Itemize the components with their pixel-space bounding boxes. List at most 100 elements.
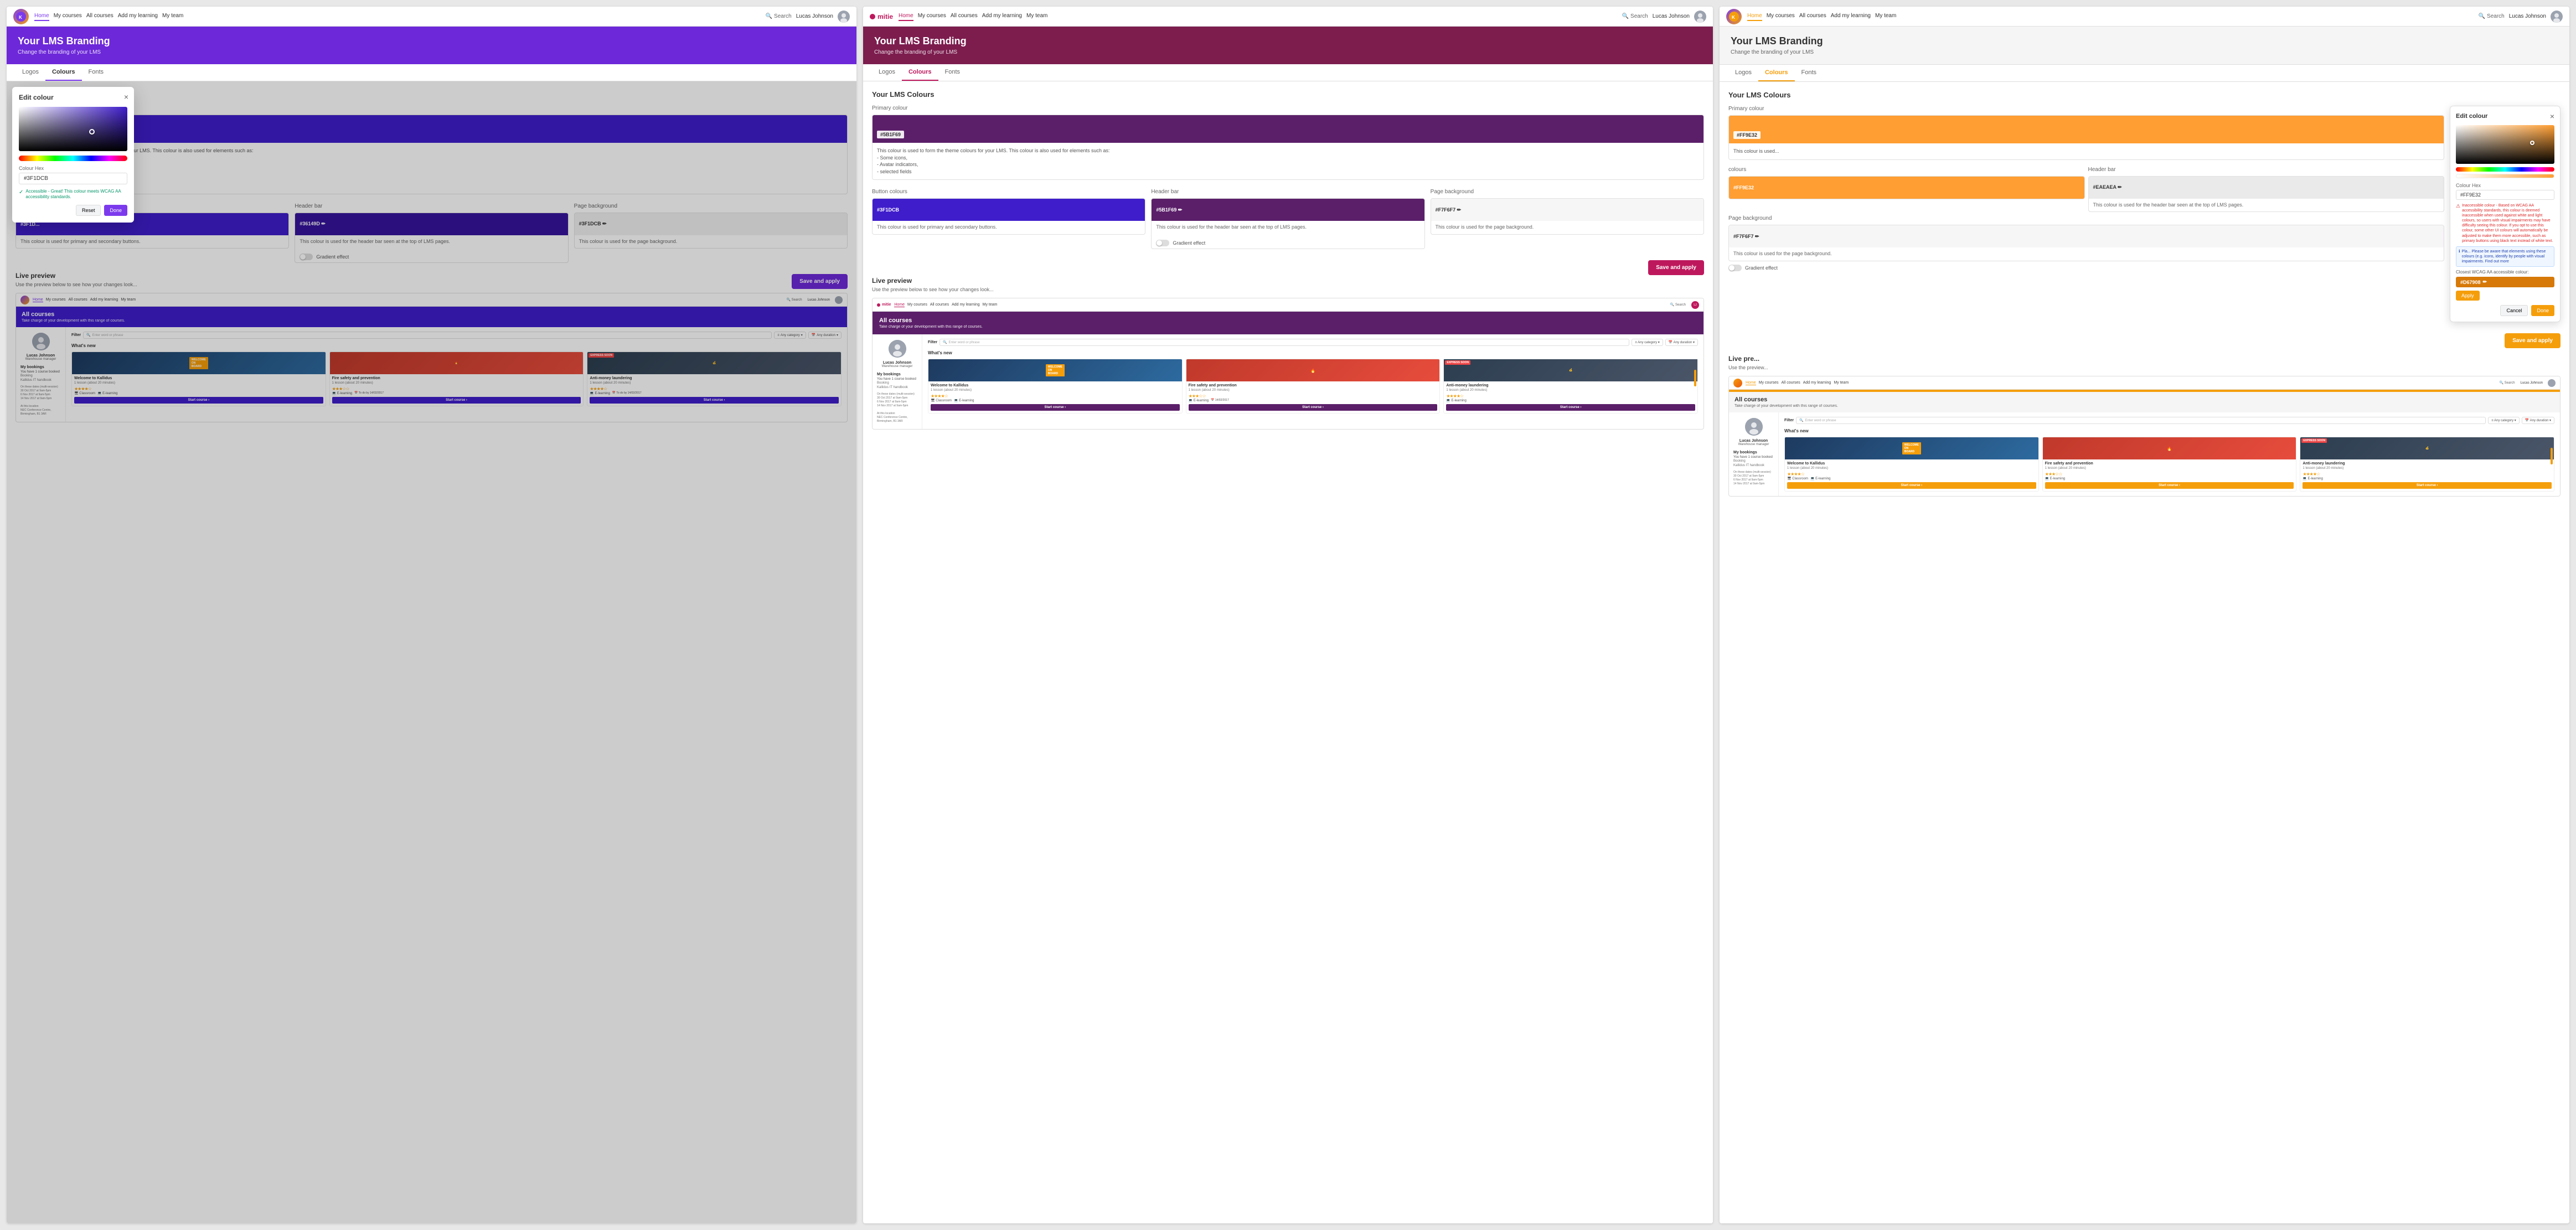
color-picker-area-1[interactable]	[19, 107, 127, 151]
start-btn-3-1[interactable]: Start course ›	[1787, 482, 2036, 489]
nav-search-3[interactable]: 🔍 Search	[2479, 13, 2505, 19]
done-btn-1[interactable]: Done	[104, 205, 127, 216]
nav-allcourses-1[interactable]: All courses	[86, 12, 113, 21]
nav-myteam-1[interactable]: My team	[162, 12, 183, 21]
panel-3: K Home My courses All courses Add my lea…	[1720, 7, 2569, 1223]
modal-close-btn-1[interactable]: ×	[124, 92, 128, 101]
inner-course-card-2-2: 🔥 Fire safety and prevention 1 lesson (a…	[1186, 359, 1441, 414]
tab-fonts-3[interactable]: Fonts	[1795, 65, 1824, 81]
nav-allcourses-3[interactable]: All courses	[1799, 12, 1826, 21]
tab-logos-3[interactable]: Logos	[1728, 65, 1758, 81]
mitie-logo-2: mitie	[870, 13, 893, 20]
nav-avatar-3[interactable]	[2551, 11, 2563, 23]
inner-main-3: Filter 🔍 Enter word or phrase ≡ Any cate…	[1779, 412, 2560, 496]
other-colors-3: colours #FF9E32 Header bar #EAEAEA ✏ Thi…	[1728, 167, 2444, 261]
inner-category-select-3[interactable]: ≡ Any category ▾	[2488, 417, 2520, 424]
edit-color-modal-3: Edit colour × Colour Hex	[2450, 106, 2560, 322]
inner-category-select-2[interactable]: ≡ Any category ▾	[1632, 339, 1663, 346]
tab-logos-2[interactable]: Logos	[872, 64, 902, 81]
tab-colours-1[interactable]: Colours	[45, 64, 82, 81]
inner-logo-3	[1733, 379, 1742, 387]
primary-hex-tag-2: #5B1F69	[877, 131, 904, 138]
save-apply-btn-2[interactable]: Save and apply	[1648, 260, 1704, 275]
nav-links-2: Home My courses All courses Add my learn…	[899, 12, 1617, 21]
nav-myteam-3[interactable]: My team	[1875, 12, 1896, 21]
nav-mycourses-1[interactable]: My courses	[54, 12, 82, 21]
done-btn-3[interactable]: Done	[2531, 305, 2554, 316]
save-apply-btn-3[interactable]: Save and apply	[2505, 333, 2560, 348]
nav-search-1[interactable]: 🔍 Search	[766, 13, 792, 19]
scrollbar-3[interactable]	[2551, 448, 2553, 464]
nav-addlearning-2[interactable]: Add my learning	[982, 12, 1022, 21]
nav-avatar-2[interactable]	[1694, 11, 1706, 23]
inner-duration-select-2[interactable]: 📅 Any duration ▾	[1665, 339, 1698, 346]
live-preview-title-3: Live pre...	[1728, 355, 2560, 363]
inner-course-grid-3: WELCOMEONBOARD Welcome to Kallidus 1 les…	[1784, 437, 2554, 492]
live-preview-2: Live preview Use the preview below to se…	[872, 277, 1704, 430]
scrollbar-2[interactable]	[1694, 370, 1696, 386]
start-btn-2-3[interactable]: Start course ›	[1446, 404, 1695, 411]
nav-home-3[interactable]: Home	[1747, 12, 1762, 21]
lms-inner-preview-3: Home My courses All courses Add my learn…	[1728, 376, 2560, 497]
hero-subtitle-2: Change the branding of your LMS	[874, 49, 1702, 55]
live-preview-desc-3: Use the preview...	[1728, 365, 2560, 370]
start-btn-3-2[interactable]: Start course ›	[2045, 482, 2294, 489]
lms-inner-preview-2: mitie Home My courses All courses Add my…	[872, 298, 1704, 430]
kallidus-logo-3: K	[1726, 9, 1742, 24]
main-content-1: Your LMS Colours Primary colour #3F1DCB …	[7, 81, 856, 1223]
inner-course-card-2-1: WELCOMEONBOARD Welcome to Kallidus 1 les…	[928, 359, 1183, 414]
color-picker-area-3[interactable]	[2456, 125, 2554, 164]
modal-overlay-1: Edit colour × Colour Hex ✓ Accessible - …	[7, 81, 856, 1223]
start-btn-2-1[interactable]: Start course ›	[931, 404, 1180, 411]
hex-input-1[interactable]	[19, 173, 127, 184]
tab-fonts-2[interactable]: Fonts	[938, 64, 967, 81]
info-icon-3: ℹ	[2459, 249, 2460, 264]
nav-allcourses-2[interactable]: All courses	[951, 12, 978, 21]
tab-colours-2[interactable]: Colours	[902, 64, 938, 81]
tab-logos-1[interactable]: Logos	[16, 64, 45, 81]
inner-course-card-3-2: 🔥 Fire safety and prevention 1 lesson (a…	[2042, 437, 2297, 492]
section-title-3: Your LMS Colours	[1728, 91, 2560, 99]
nav-avatar-1[interactable]	[838, 11, 850, 23]
inner-nav-2: mitie Home My courses All courses Add my…	[873, 298, 1703, 312]
inner-sidebar-2: Lucas Johnson Warehouse manager My booki…	[873, 334, 922, 429]
nav-mycourses-3[interactable]: My courses	[1767, 12, 1795, 21]
modal-close-btn-3[interactable]: ×	[2550, 112, 2554, 121]
hero-subtitle-1: Change the branding of your LMS	[18, 49, 845, 55]
apply-wcag-btn-3[interactable]: Apply	[2456, 291, 2480, 301]
inner-search-input-2[interactable]: 🔍 Enter word or phrase	[939, 339, 1629, 346]
warn-icon-3: ⚠	[2456, 203, 2460, 244]
nav-addlearning-3[interactable]: Add my learning	[1831, 12, 1871, 21]
inner-duration-select-3[interactable]: 📅 Any duration ▾	[2522, 417, 2554, 424]
button-colors-section-2: Button colours #3F1DCB This colour is us…	[872, 189, 1145, 249]
cancel-btn-3[interactable]: Cancel	[2500, 305, 2528, 316]
accessibility-msg-1: ✓ Accessible - Great! This colour meets …	[19, 189, 127, 200]
alpha-slider-3[interactable]	[2456, 174, 2554, 178]
nav-mycourses-2[interactable]: My courses	[918, 12, 946, 21]
svg-text:K: K	[19, 15, 22, 20]
hue-slider-1[interactable]	[19, 156, 127, 161]
start-btn-2-2[interactable]: Start course ›	[1189, 404, 1438, 411]
nav-search-2[interactable]: 🔍 Search	[1622, 13, 1648, 19]
modal-title-1: Edit colour	[19, 94, 127, 101]
tabs-1: Logos Colours Fonts	[7, 64, 856, 81]
gradient-toggle-2[interactable]	[1156, 240, 1169, 246]
live-preview-title-2: Live preview	[872, 277, 1704, 285]
tab-colours-3[interactable]: Colours	[1758, 65, 1795, 81]
reset-btn-1[interactable]: Reset	[76, 205, 101, 216]
hue-slider-3[interactable]	[2456, 167, 2554, 172]
inner-hero-2: All courses Take charge of your developm…	[873, 312, 1703, 334]
gradient-toggle-3[interactable]	[1728, 265, 1742, 271]
hex-input-3[interactable]	[2456, 190, 2554, 200]
tab-fonts-1[interactable]: Fonts	[82, 64, 111, 81]
start-btn-3-3[interactable]: Start course ›	[2303, 482, 2552, 489]
nav-addlearning-1[interactable]: Add my learning	[118, 12, 158, 21]
inner-search-input-3[interactable]: 🔍 Enter word or phrase	[1796, 417, 2486, 424]
nav-bar-1: K Home My courses All courses Add my lea…	[7, 7, 856, 27]
nav-home-2[interactable]: Home	[899, 12, 913, 21]
primary-color-section-2: Primary colour #5B1F69 This colour is us…	[872, 105, 1704, 180]
nav-myteam-2[interactable]: My team	[1026, 12, 1047, 21]
nav-user-1: Lucas Johnson	[796, 13, 833, 19]
hero-2: Your LMS Branding Change the branding of…	[863, 27, 1713, 64]
nav-home-1[interactable]: Home	[34, 12, 49, 21]
